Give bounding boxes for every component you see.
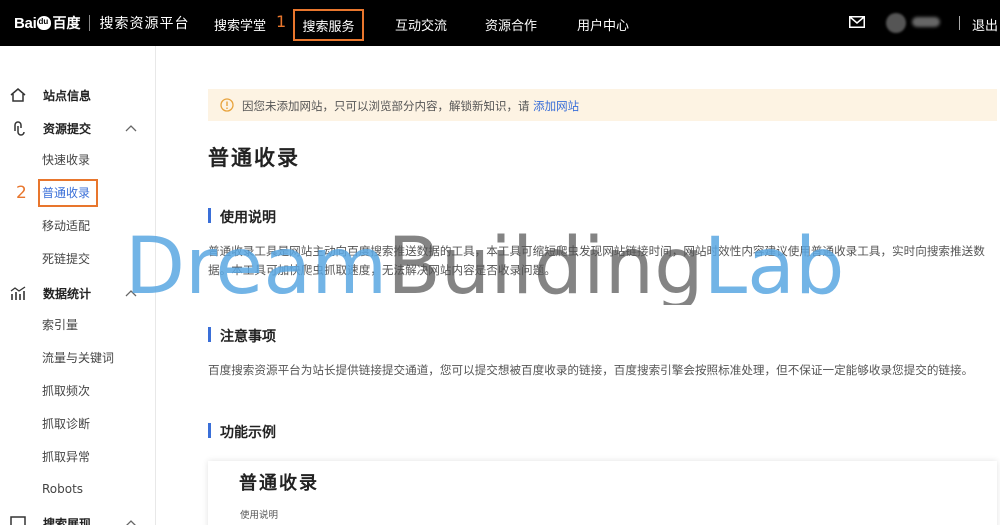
sidebar-item-label: 抓取异常: [42, 449, 91, 464]
nav-user-center[interactable]: 用户中心: [577, 15, 629, 34]
sidebar-item-label: Robots: [42, 482, 84, 496]
display-icon: [10, 516, 26, 525]
sidebar-group-label: 数据统计: [43, 286, 92, 301]
platform-name: 搜索资源平台: [99, 16, 190, 32]
section-title-example: 功能示例: [208, 422, 276, 442]
topbar-divider: [959, 16, 960, 30]
sidebar-item-index-volume[interactable]: 索引量: [0, 309, 155, 339]
section-title-notes: 注意事项: [208, 326, 276, 346]
nav-search-service-label: 搜索服务: [302, 19, 355, 35]
sidebar-item-label: 抓取诊断: [42, 416, 91, 431]
sidebar-item-label: 移动适配: [42, 218, 91, 233]
baidu-paw-icon: [37, 16, 52, 30]
bar-chart-icon: [10, 286, 26, 300]
sidebar-item-label: 站点信息: [43, 88, 92, 103]
sidebar-group-resource-submit[interactable]: 资源提交: [0, 113, 155, 143]
notice-banner: 因您未添加网站，只可以浏览部分内容，解锁新知识，请 添加网站: [208, 89, 997, 121]
sidebar-group-label: 资源提交: [43, 121, 92, 136]
section-title-usage: 使用说明: [208, 207, 276, 227]
sidebar-group-search-display[interactable]: 搜索展现: [0, 508, 155, 525]
usage-line-2: 据。本工具可加快爬虫抓取速度，无法解决网站内容是否收录问题。: [208, 263, 556, 277]
sidebar-group-label: 搜索展现: [43, 516, 92, 525]
chevron-up-icon: [125, 125, 137, 132]
usage-description: 普通收录工具是网站主动向百度搜索推送数据的工具，本工具可缩短爬虫发现网站链接时间…: [208, 242, 998, 280]
chevron-up-icon: [125, 290, 137, 297]
nav-search-service[interactable]: 搜索服务: [293, 9, 364, 41]
main-content: 因您未添加网站，只可以浏览部分内容，解锁新知识，请 添加网站 普通收录 使用说明…: [157, 46, 1000, 525]
sidebar-item-dead-link[interactable]: 死链提交: [0, 243, 155, 273]
sidebar-item-fast-index[interactable]: 快速收录: [0, 144, 155, 174]
sidebar-item-crawl-diagnosis[interactable]: 抓取诊断: [0, 408, 155, 438]
logo-text-baidu: 百度: [52, 16, 81, 32]
notice-message: 因您未添加网站，只可以浏览部分内容，解锁新知识，请: [242, 99, 530, 113]
username-blurred[interactable]: [912, 17, 940, 27]
sidebar: 站点信息 资源提交 快速收录 2 普通收录 移动适配 死链提交 数据统计 索引量…: [0, 46, 156, 525]
sidebar-item-label: 快速收录: [42, 152, 91, 167]
logo-divider: [89, 15, 91, 31]
add-site-link[interactable]: 添加网站: [533, 99, 579, 113]
home-icon: [10, 88, 26, 102]
warning-icon: [220, 98, 234, 112]
sidebar-item-mobile-adapt[interactable]: 移动适配: [0, 210, 155, 240]
sidebar-item-traffic-keywords[interactable]: 流量与关键词: [0, 342, 155, 372]
example-card-title: 普通收录: [239, 473, 319, 494]
sidebar-item-crawl-errors[interactable]: 抓取异常: [0, 441, 155, 471]
sidebar-group-data-stats[interactable]: 数据统计: [0, 278, 155, 308]
nav-resource-cooperation[interactable]: 资源合作: [485, 15, 537, 34]
example-screenshot-card: 普通收录 使用说明: [208, 461, 997, 525]
avatar[interactable]: [886, 13, 906, 33]
nav-interaction[interactable]: 互动交流: [395, 15, 447, 34]
top-navigation-bar: Bai 百度 搜索资源平台 搜索学堂 1 搜索服务 互动交流 资源合作 用户中心…: [0, 0, 1000, 46]
chevron-up-icon: [126, 520, 136, 525]
notes-description: 百度搜索资源平台为站长提供链接提交通道，您可以提交想被百度收录的链接，百度搜索引…: [208, 363, 974, 377]
example-card-subtitle: 使用说明: [240, 510, 279, 521]
sidebar-item-label: 索引量: [42, 317, 79, 332]
logo-text-bai: Bai: [14, 14, 37, 32]
sidebar-item-label: 抓取频次: [42, 383, 91, 398]
step-marker-1: 1: [276, 12, 287, 31]
usage-line-1: 普通收录工具是网站主动向百度搜索推送数据的工具，本工具可缩短爬虫发现网站链接时间…: [208, 244, 985, 258]
active-item-highlight: [38, 179, 98, 207]
sidebar-item-site-info[interactable]: 站点信息: [0, 80, 155, 110]
baidu-logo[interactable]: Bai 百度 搜索资源平台: [14, 13, 189, 33]
nav-search-academy[interactable]: 搜索学堂: [214, 15, 266, 34]
notice-text: 因您未添加网站，只可以浏览部分内容，解锁新知识，请 添加网站: [242, 98, 579, 114]
mail-icon[interactable]: [849, 16, 865, 28]
logout-link[interactable]: 退出: [972, 15, 998, 34]
sidebar-item-crawl-frequency[interactable]: 抓取频次: [0, 375, 155, 405]
sidebar-item-label: 流量与关键词: [42, 350, 115, 365]
page-title: 普通收录: [208, 146, 300, 170]
sidebar-item-robots[interactable]: Robots: [0, 474, 155, 504]
link-icon: [14, 121, 25, 136]
sidebar-item-label: 死链提交: [42, 251, 91, 266]
